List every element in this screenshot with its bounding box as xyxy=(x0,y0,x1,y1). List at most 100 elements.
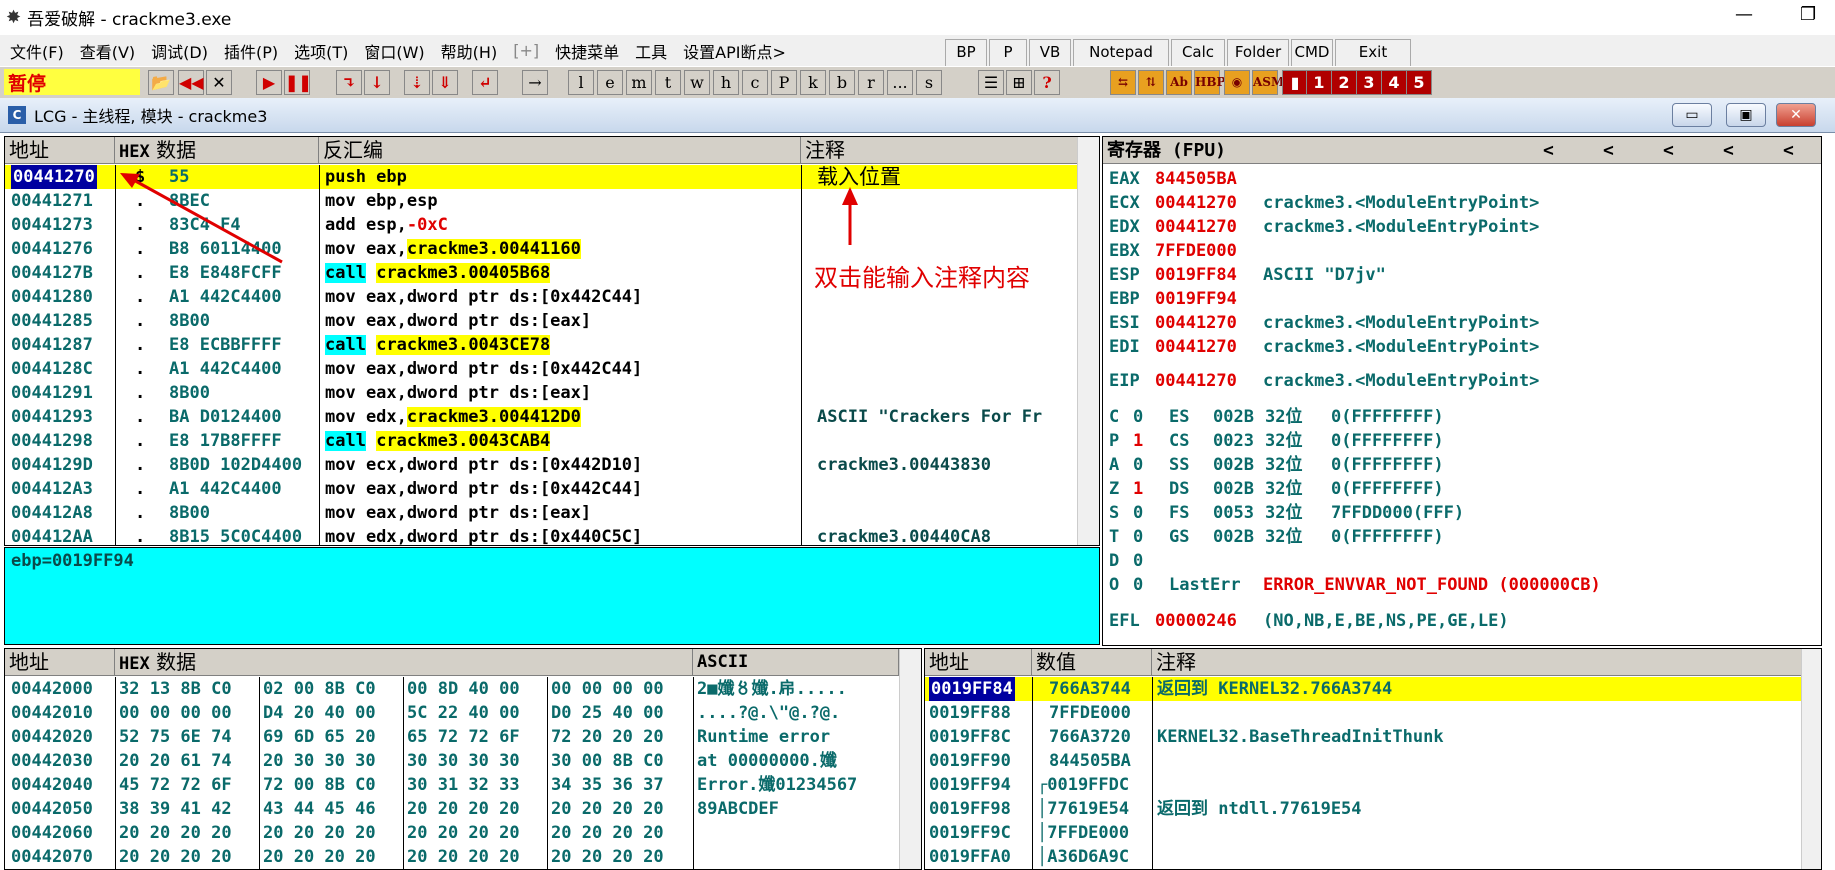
register-row[interactable]: EBX 7FFDE000 xyxy=(1103,239,1821,263)
hbp-icon[interactable]: HBP xyxy=(1194,70,1226,95)
register-row[interactable]: ESI 00441270 crackme3.<ModuleEntryPoint> xyxy=(1103,311,1821,335)
register-view-arrow[interactable]: < xyxy=(1783,137,1794,163)
disasm-row[interactable]: 004412A3. A1 442C4400 mov eax,dword ptr ds… xyxy=(5,477,1099,501)
disasm-row[interactable]: 00441285. 8B00 mov eax,dword ptr ds:[eax] xyxy=(5,309,1099,333)
stack-header-value[interactable]: 数值 xyxy=(1032,649,1152,676)
toolbar-letter-4[interactable]: w xyxy=(684,70,710,95)
stack-row[interactable]: 0019FF94 ┌0019FFDC xyxy=(925,773,1821,797)
disassembly-pane[interactable]: 地址 HEX 数据 反汇编 注释 00441270 $55 push ebp 载入位置… xyxy=(4,136,1100,546)
asm-icon[interactable]: ASM xyxy=(1252,70,1284,95)
dump-row[interactable]: 00442050 38 39 41 42 43 44 45 46 20 20 20 2… xyxy=(5,797,921,821)
step-into-icon[interactable]: ↴ xyxy=(336,70,362,95)
toolbar-letter-11[interactable]: ... xyxy=(887,70,913,95)
menu-item-4[interactable]: 选项(T) xyxy=(294,39,348,63)
disasm-scrollbar[interactable] xyxy=(1077,137,1099,545)
pause-icon[interactable]: ❚❚ xyxy=(284,70,312,95)
stack-header-address[interactable]: 地址 xyxy=(925,649,1032,676)
stack-row[interactable]: 0019FFA0 │A36D6A9C xyxy=(925,845,1821,869)
menu-item-9[interactable]: 工具 xyxy=(635,39,667,63)
plugin-icon-1[interactable]: ⇆ xyxy=(1110,70,1136,95)
grid-icon[interactable]: ⊞ xyxy=(1006,70,1032,95)
toolbar-num-4[interactable]: 4 xyxy=(1381,70,1407,95)
register-view-arrow[interactable]: < xyxy=(1603,137,1614,163)
quick-button-bp[interactable]: BP xyxy=(945,39,987,67)
toolbar-letter-9[interactable]: b xyxy=(829,70,855,95)
register-row[interactable]: EDI 00441270 crackme3.<ModuleEntryPoint> xyxy=(1103,335,1821,359)
dump-header-address[interactable]: 地址 xyxy=(5,649,115,676)
quick-button-vb[interactable]: VB xyxy=(1029,39,1071,67)
register-row[interactable]: ESP 0019FF84 ASCII "D7jv" xyxy=(1103,263,1821,287)
registers-pane[interactable]: 寄存器 (FPU) < < < < < EAX 844505BA ECX 00441270 cr… xyxy=(1102,136,1822,646)
register-view-arrow[interactable]: < xyxy=(1723,137,1734,163)
dump-row[interactable]: 00442000 32 13 8B C0 02 00 8B C0 00 8D 40 0… xyxy=(5,677,921,701)
stack-row[interactable]: 0019FF98 │77619E54 返回到 ntdll.77619E54 xyxy=(925,797,1821,821)
menu-item-0[interactable]: 文件(F) xyxy=(10,39,64,63)
efl-row[interactable]: EFL 00000246 (NO,NB,E,BE,NS,PE,GE,LE) xyxy=(1103,609,1821,633)
restore-button[interactable]: ❐ xyxy=(1800,4,1816,25)
col-header-hex[interactable]: HEX 数据 xyxy=(115,137,319,164)
dump-header-ascii[interactable]: ASCII xyxy=(693,649,899,676)
register-row[interactable]: EAX 844505BA xyxy=(1103,167,1821,191)
col-header-comment[interactable]: 注释 xyxy=(801,137,1081,164)
stack-scrollbar[interactable] xyxy=(1801,649,1821,869)
stack-row[interactable]: 0019FF88 7FFDE000 xyxy=(925,701,1821,725)
toolbar-num-5[interactable]: 5 xyxy=(1406,70,1432,95)
eip-row[interactable]: EIP 00441270 crackme3.<ModuleEntryPoint> xyxy=(1103,369,1821,393)
toolbar-letter-3[interactable]: t xyxy=(655,70,681,95)
stack-header-comment[interactable]: 注释 xyxy=(1152,649,1802,676)
register-view-arrow[interactable]: < xyxy=(1663,137,1674,163)
menu-item-8[interactable]: 快捷菜单 xyxy=(555,39,619,63)
execute-till-return-icon[interactable]: ↵ xyxy=(472,70,498,95)
disasm-row[interactable]: 0044129D. 8B0D 102D4400 mov ecx,dword ptr … xyxy=(5,453,1099,477)
plugin-icon-4[interactable]: ◉ xyxy=(1224,70,1250,95)
col-header-disasm[interactable]: 反汇编 xyxy=(319,137,801,164)
menu-item-2[interactable]: 调试(D) xyxy=(151,39,208,63)
plugin-icon-3[interactable]: Ab xyxy=(1166,70,1192,95)
memory-dump-pane[interactable]: 地址 HEX 数据 ASCII 00442000 32 13 8B C0 02 00… xyxy=(4,648,922,870)
register-row[interactable]: ECX 00441270 crackme3.<ModuleEntryPoint> xyxy=(1103,191,1821,215)
dump-row[interactable]: 00442060 20 20 20 20 20 20 20 20 20 20 20 2… xyxy=(5,821,921,845)
flag-row[interactable]: Z 1 DS 002B 32位 0(FFFFFFFF) xyxy=(1103,477,1821,501)
step-over-icon[interactable]: ↓ xyxy=(364,70,390,95)
quick-button-notepad[interactable]: Notepad xyxy=(1073,39,1169,67)
registers-header[interactable]: 寄存器 (FPU) < < < < < xyxy=(1103,137,1821,164)
mdi-maximize-button[interactable]: ▣ xyxy=(1726,103,1766,127)
plugin-icon-2[interactable]: ⇅ xyxy=(1138,70,1164,95)
disasm-row[interactable]: 00441293. BA D0124400 mov edx,crackme3.004… xyxy=(5,405,1099,429)
mdi-minimize-button[interactable]: ▭ xyxy=(1672,103,1712,127)
flag-row[interactable]: A 0 SS 002B 32位 0(FFFFFFFF) xyxy=(1103,453,1821,477)
plugin-icon-5[interactable]: ▮ xyxy=(1282,70,1308,95)
menu-item-5[interactable]: 窗口(W) xyxy=(364,39,424,63)
restart-icon[interactable]: ◀◀ xyxy=(178,70,204,95)
register-row[interactable]: EDX 00441270 crackme3.<ModuleEntryPoint> xyxy=(1103,215,1821,239)
close-process-icon[interactable]: ✕ xyxy=(206,70,232,95)
disasm-row[interactable]: 00441287. E8 ECBBFFFF call crackme3.0043CE… xyxy=(5,333,1099,357)
quick-button-cmd[interactable]: CMD xyxy=(1291,39,1333,67)
flag-row[interactable]: S 0 FS 0053 32位 7FFDD000(FFF) xyxy=(1103,501,1821,525)
dump-row[interactable]: 00442010 00 00 00 00 D4 20 40 00 5C 22 40 0… xyxy=(5,701,921,725)
disasm-row[interactable]: 00441270 $55 push ebp 载入位置 xyxy=(5,165,1099,189)
menu-item-1[interactable]: 查看(V) xyxy=(80,39,135,63)
menu-item-10[interactable]: 设置API断点> xyxy=(683,39,786,63)
run-icon[interactable]: ▶ xyxy=(256,70,282,95)
flag-row[interactable]: D0 xyxy=(1103,549,1821,573)
help-icon[interactable]: ? xyxy=(1034,70,1060,95)
stack-row[interactable]: 0019FF9C │7FFDE000 xyxy=(925,821,1821,845)
dump-scrollbar[interactable] xyxy=(899,649,921,869)
toolbar-letter-2[interactable]: m xyxy=(626,70,652,95)
menu-item-6[interactable]: 帮助(H) xyxy=(441,39,498,63)
toolbar-num-2[interactable]: 2 xyxy=(1331,70,1357,95)
quick-button-p[interactable]: P xyxy=(989,39,1027,67)
flag-row[interactable]: P 1 CS 0023 32位 0(FFFFFFFF) xyxy=(1103,429,1821,453)
toolbar-letter-8[interactable]: k xyxy=(800,70,826,95)
menu-item-7[interactable]: [+] xyxy=(513,41,539,60)
dump-row[interactable]: 00442070 20 20 20 20 20 20 20 20 20 20 20 2… xyxy=(5,845,921,869)
toolbar-letter-1[interactable]: e xyxy=(597,70,623,95)
list-icon[interactable]: ☰ xyxy=(978,70,1004,95)
dump-row[interactable]: 00442040 45 72 72 6F 72 00 8B C0 30 31 32 3… xyxy=(5,773,921,797)
toolbar-letter-5[interactable]: h xyxy=(713,70,739,95)
quick-button-folder[interactable]: Folder xyxy=(1227,39,1289,67)
toolbar-letter-0[interactable]: l xyxy=(568,70,594,95)
toolbar-letter-10[interactable]: r xyxy=(858,70,884,95)
toolbar-letter-12[interactable]: s xyxy=(916,70,942,95)
